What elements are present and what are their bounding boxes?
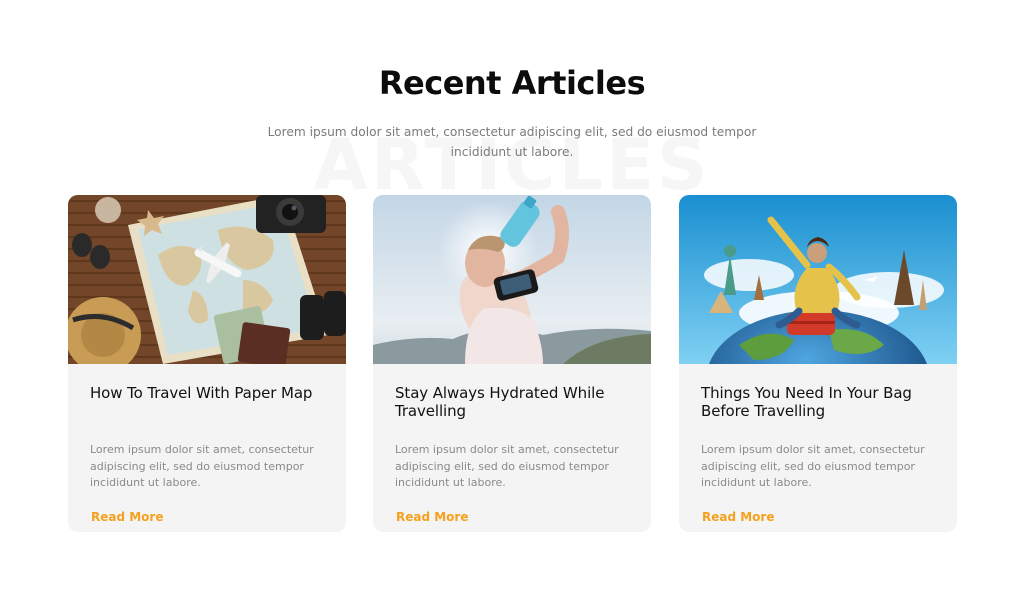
hydration-image — [373, 195, 651, 364]
article-card: Stay Always Hydrated While Travelling Lo… — [373, 195, 651, 532]
article-title[interactable]: How To Travel With Paper Map — [90, 384, 324, 420]
article-card: How To Travel With Paper Map Lorem ipsum… — [68, 195, 346, 532]
article-title[interactable]: Stay Always Hydrated While Travelling — [395, 384, 629, 420]
read-more-link[interactable]: Read More — [91, 510, 164, 524]
recent-articles-section: ARTICLES Recent Articles Lorem ipsum dol… — [0, 0, 1024, 600]
read-more-link[interactable]: Read More — [702, 510, 775, 524]
article-title[interactable]: Things You Need In Your Bag Before Trave… — [701, 384, 935, 420]
hydration-photo[interactable] — [373, 195, 651, 364]
globe-suitcase-photo[interactable] — [679, 195, 957, 364]
article-card: Things You Need In Your Bag Before Trave… — [679, 195, 957, 532]
section-subtitle: Lorem ipsum dolor sit amet, consectetur … — [267, 125, 757, 159]
globe-suitcase-image — [679, 195, 957, 364]
article-excerpt: Lorem ipsum dolor sit amet, consectetur … — [701, 443, 925, 489]
travel-map-image — [68, 195, 346, 364]
travel-map-photo[interactable] — [68, 195, 346, 364]
read-more-link[interactable]: Read More — [396, 510, 469, 524]
article-excerpt: Lorem ipsum dolor sit amet, consectetur … — [395, 443, 619, 489]
section-title: Recent Articles — [378, 64, 646, 102]
article-excerpt: Lorem ipsum dolor sit amet, consectetur … — [90, 443, 314, 489]
